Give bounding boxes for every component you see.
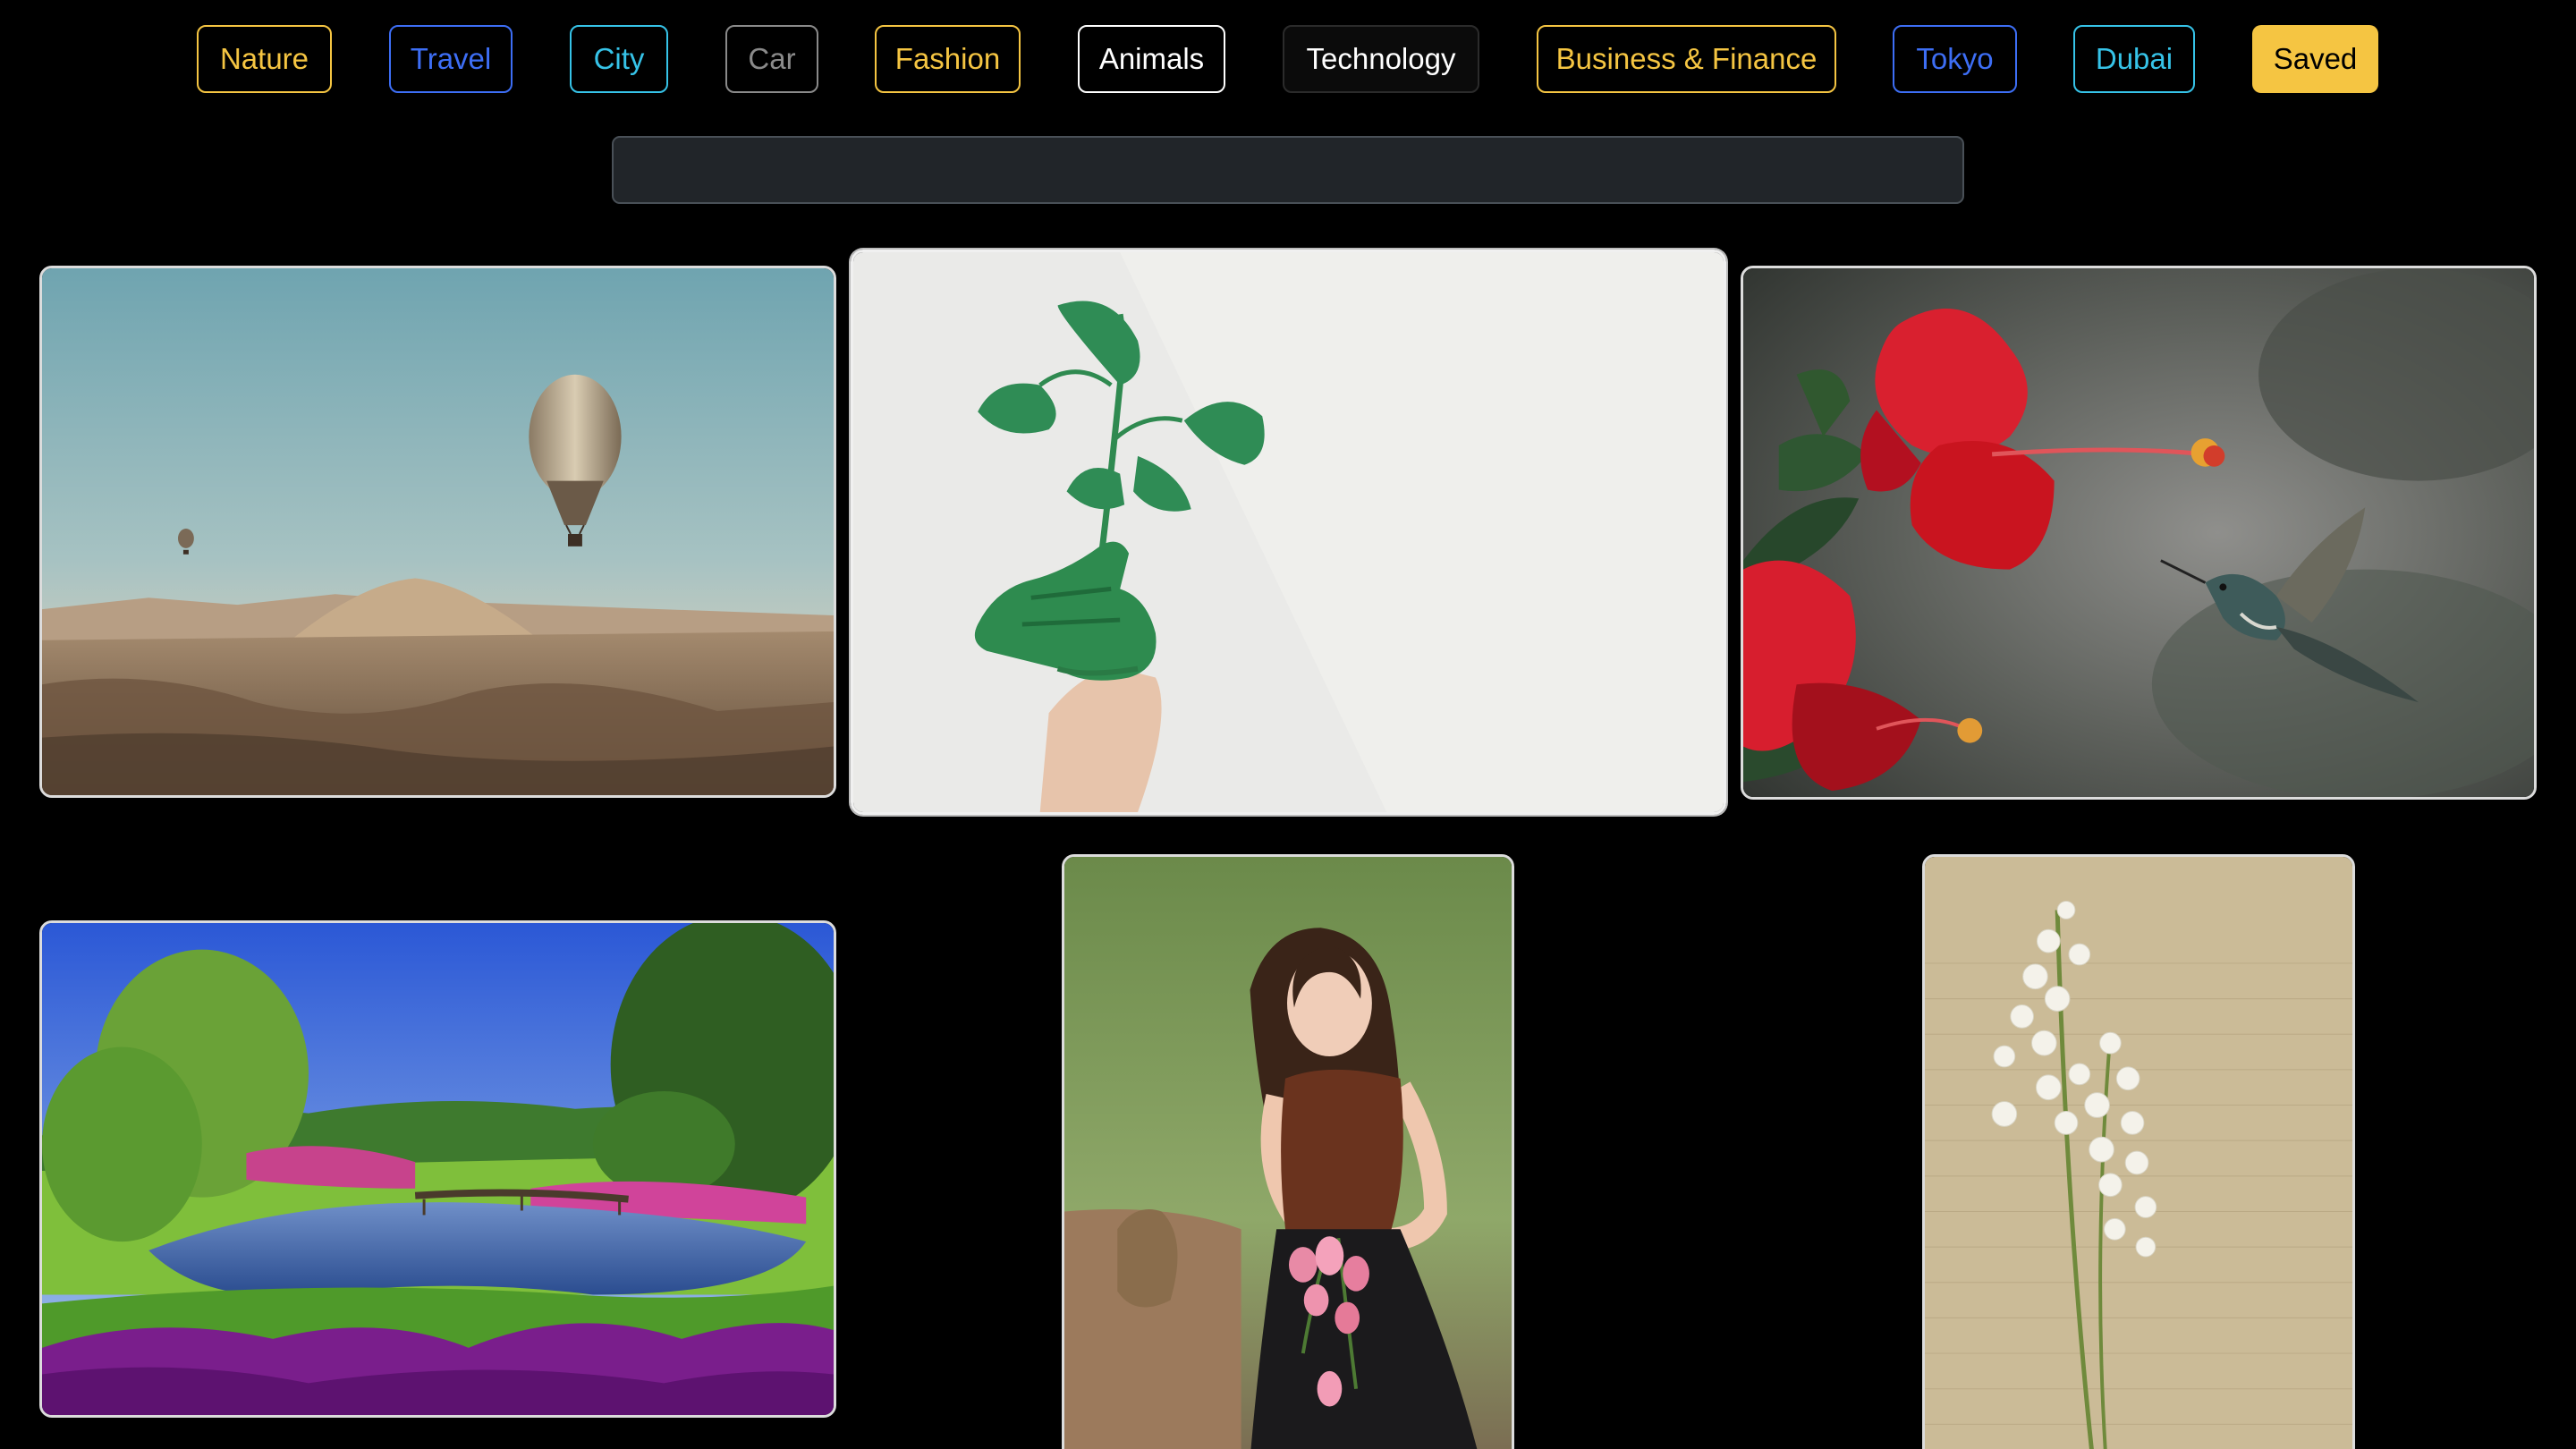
woman-tulips-image	[1064, 857, 1512, 1449]
category-button-car[interactable]: Car	[725, 25, 818, 93]
image-card-hummingbird[interactable]	[1741, 266, 2537, 800]
category-button-business-finance[interactable]: Business & Finance	[1537, 25, 1836, 93]
saved-button[interactable]: Saved	[2252, 25, 2378, 93]
hummingbird-image	[1743, 268, 2534, 797]
image-card-garden-pond[interactable]	[39, 920, 836, 1418]
image-card-woman-tulips[interactable]	[1062, 854, 1514, 1449]
category-button-animals[interactable]: Animals	[1078, 25, 1225, 93]
category-button-nature[interactable]: Nature	[197, 25, 332, 93]
image-card-balloons[interactable]	[39, 266, 836, 798]
category-button-travel[interactable]: Travel	[389, 25, 513, 93]
category-button-technology[interactable]: Technology	[1283, 25, 1479, 93]
balloons-image	[42, 268, 834, 795]
category-button-city[interactable]: City	[570, 25, 668, 93]
category-button-dubai[interactable]: Dubai	[2073, 25, 2195, 93]
image-card-lily-of-the-valley[interactable]	[1922, 854, 2355, 1449]
gallery-page: Nature Travel City Car Fashion Animals T…	[0, 0, 2576, 1449]
green-hand-image	[853, 252, 1724, 812]
category-button-fashion[interactable]: Fashion	[875, 25, 1021, 93]
category-button-tokyo[interactable]: Tokyo	[1893, 25, 2017, 93]
image-card-green-hand[interactable]	[851, 250, 1726, 815]
lily-of-the-valley-image	[1925, 857, 2352, 1449]
search-input[interactable]	[612, 136, 1964, 204]
garden-pond-image	[42, 923, 834, 1415]
